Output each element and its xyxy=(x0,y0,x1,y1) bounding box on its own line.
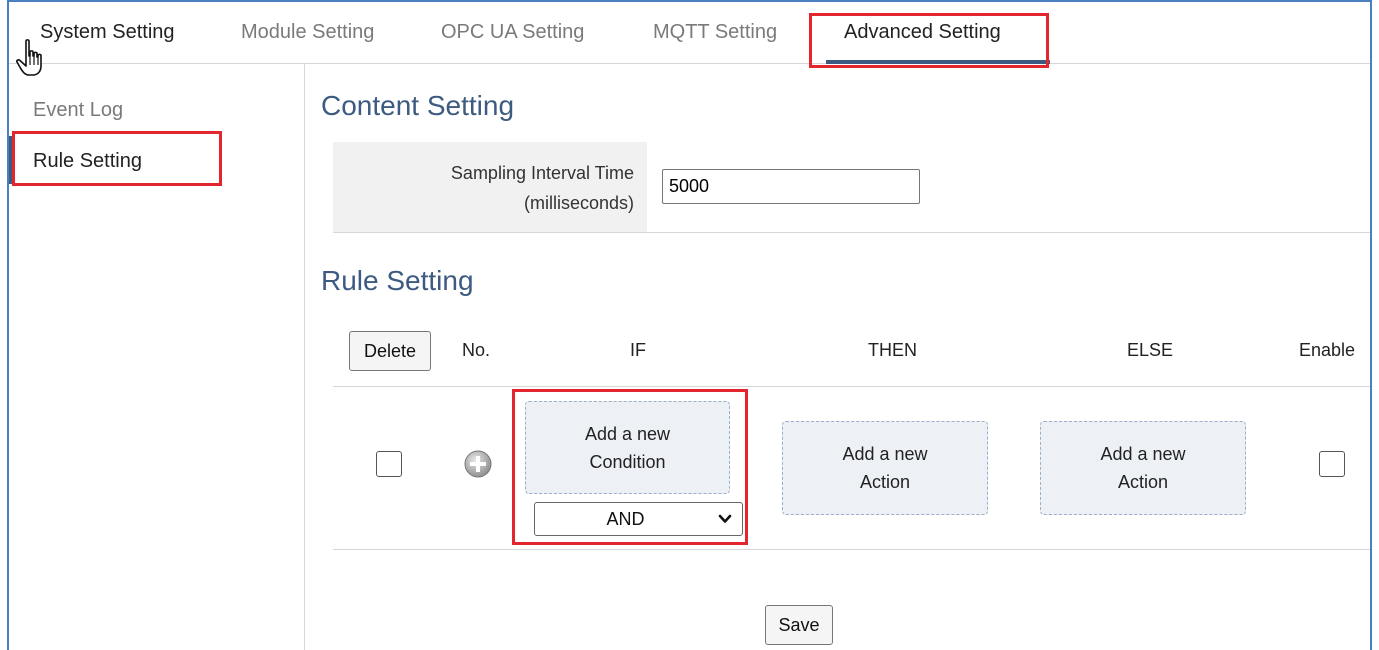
column-header-then: THEN xyxy=(868,340,917,360)
sampling-interval-input[interactable] xyxy=(662,169,920,204)
sampling-label-line1: Sampling Interval Time xyxy=(450,163,634,183)
highlight-rule-setting xyxy=(12,131,222,186)
top-tab-bar: System Setting Module Setting OPC UA Set… xyxy=(9,2,1370,64)
else-label-line2: Action xyxy=(1117,472,1169,492)
header-divider xyxy=(333,386,1370,387)
save-button[interactable]: Save xyxy=(765,605,833,645)
then-label-line1: Add a new xyxy=(842,444,928,464)
highlight-if-column xyxy=(512,389,748,545)
rule-select-checkbox[interactable] xyxy=(376,451,402,477)
sampling-label-cell: Sampling Interval Time (milliseconds) xyxy=(333,142,647,232)
else-label-line1: Add a new xyxy=(1100,444,1186,464)
sidebar-item-event-log[interactable]: Event Log xyxy=(33,99,123,122)
window-frame-right xyxy=(1370,0,1372,650)
tab-system-setting[interactable]: System Setting xyxy=(40,21,175,44)
tab-opc-ua-setting[interactable]: OPC UA Setting xyxy=(441,21,584,44)
add-then-action-button[interactable]: Add a new Action xyxy=(782,421,988,515)
sidebar: Event Log Rule Setting xyxy=(9,64,305,650)
content-setting-title: Content Setting xyxy=(321,90,515,121)
tab-module-setting[interactable]: Module Setting xyxy=(241,21,374,44)
divider xyxy=(333,232,1370,233)
row-divider xyxy=(333,549,1370,550)
column-header-else: ELSE xyxy=(1127,340,1174,360)
column-header-if: IF xyxy=(630,340,646,360)
column-header-no: No. xyxy=(462,340,491,360)
plus-circle-icon[interactable] xyxy=(463,449,493,479)
delete-button[interactable]: Delete xyxy=(349,331,431,371)
column-header-enable: Enable xyxy=(1299,340,1356,360)
rule-enable-checkbox[interactable] xyxy=(1319,451,1345,477)
sampling-interval-label: Sampling Interval Time (milliseconds) xyxy=(451,158,634,218)
sampling-label-line2: (milliseconds) xyxy=(523,193,634,213)
rule-setting-title: Rule Setting xyxy=(321,265,474,296)
highlight-advanced-tab xyxy=(809,13,1049,68)
tab-mqtt-setting[interactable]: MQTT Setting xyxy=(653,21,777,44)
add-else-action-button[interactable]: Add a new Action xyxy=(1040,421,1246,515)
then-label-line2: Action xyxy=(859,472,911,492)
